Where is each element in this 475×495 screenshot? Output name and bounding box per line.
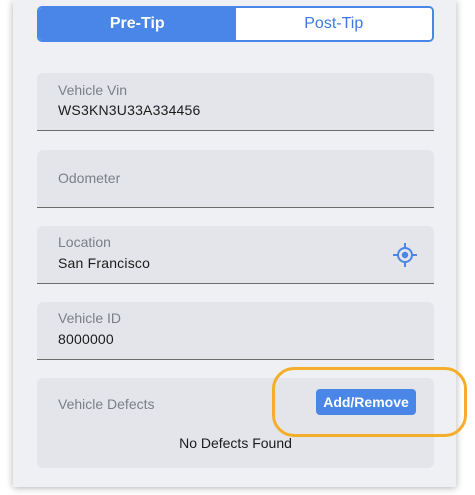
vehicle-defects-section: Vehicle Defects Add/Remove No Defects Fo… <box>37 378 434 468</box>
vehicle-id-field[interactable]: Vehicle ID 8000000 <box>37 302 434 360</box>
tip-toggle: Pre-Tip Post-Tip <box>37 6 434 42</box>
location-label: Location <box>58 234 111 250</box>
odometer-label: Odometer <box>58 170 121 186</box>
inspection-form-panel: Pre-Tip Post-Tip Vehicle Vin WS3KN3U33A3… <box>13 0 456 487</box>
odometer-field[interactable]: Odometer <box>37 150 434 208</box>
locate-icon[interactable] <box>392 242 418 268</box>
no-defects-text: No Defects Found <box>179 435 292 451</box>
vehicle-vin-label: Vehicle Vin <box>58 82 128 98</box>
tab-post-tip[interactable]: Post-Tip <box>235 8 432 40</box>
location-value: San Francisco <box>58 255 151 271</box>
vehicle-id-label: Vehicle ID <box>58 310 122 326</box>
vehicle-id-value: 8000000 <box>58 331 114 347</box>
tab-pre-tip[interactable]: Pre-Tip <box>39 8 236 40</box>
vehicle-vin-value: WS3KN3U33A334456 <box>58 102 201 118</box>
add-remove-button[interactable]: Add/Remove <box>316 389 416 415</box>
vehicle-vin-field[interactable]: Vehicle Vin WS3KN3U33A334456 <box>37 73 434 131</box>
location-field[interactable]: Location San Francisco <box>37 226 434 284</box>
vehicle-defects-label: Vehicle Defects <box>58 396 155 412</box>
